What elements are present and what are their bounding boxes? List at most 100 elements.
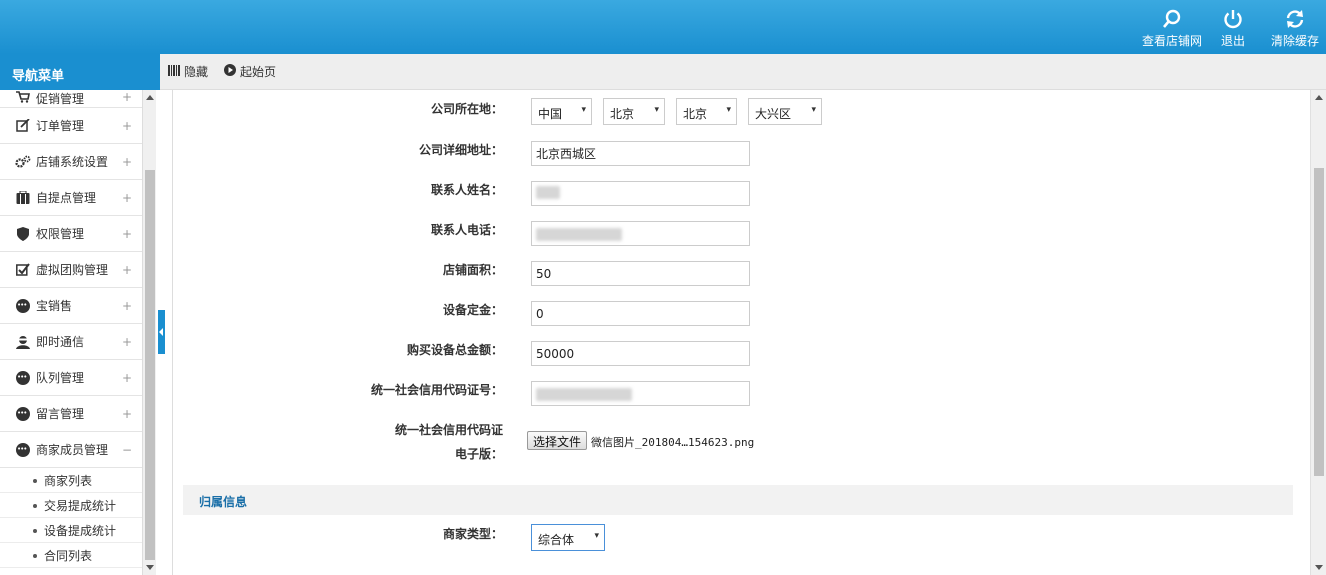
choose-file-button[interactable]: 选择文件 bbox=[527, 431, 588, 450]
sidebar-subitem-merchant-list[interactable]: 商家列表 bbox=[0, 468, 142, 493]
shield-icon bbox=[14, 226, 32, 241]
home-page-button[interactable]: 起始页 bbox=[224, 63, 276, 80]
checkbox-icon bbox=[14, 263, 32, 277]
deposit-input[interactable] bbox=[531, 301, 750, 326]
sidebar-title: 导航菜单 bbox=[0, 54, 160, 90]
clear-cache-button[interactable]: 清除缓存 bbox=[1271, 8, 1319, 49]
merchant-type-label: 商家类型： bbox=[442, 527, 503, 541]
sidebar-item-messages[interactable]: 留言管理 + bbox=[0, 396, 142, 432]
sidebar-item-store-settings[interactable]: 店铺系统设置 + bbox=[0, 144, 142, 180]
sidebar-item-virtual-group-buy[interactable]: 虚拟团购管理 + bbox=[0, 252, 142, 288]
more-icon bbox=[14, 298, 32, 313]
expand-icon[interactable]: + bbox=[122, 191, 132, 205]
play-circle-icon bbox=[224, 64, 237, 79]
city-value: 北京 bbox=[683, 107, 708, 121]
expand-icon[interactable]: + bbox=[122, 155, 132, 169]
barcode-icon bbox=[168, 64, 180, 79]
expand-icon[interactable]: + bbox=[122, 90, 132, 104]
location-label: 公司所在地： bbox=[430, 102, 503, 116]
expand-icon[interactable]: + bbox=[122, 299, 132, 313]
search-icon bbox=[1142, 8, 1202, 30]
expand-icon[interactable]: + bbox=[122, 227, 132, 241]
sidebar-item-instant-messaging[interactable]: 即时通信 + bbox=[0, 324, 142, 360]
deposit-label: 设备定金： bbox=[442, 303, 503, 317]
sidebar-collapse-toggle[interactable] bbox=[158, 310, 165, 354]
sidebar-item-label: 权限管理 bbox=[36, 227, 85, 241]
logout-button[interactable]: 退出 bbox=[1221, 8, 1245, 49]
sidebar-item-promotions[interactable]: 促销管理 + bbox=[0, 90, 142, 108]
sidebar-subitem-contract-list[interactable]: 合同列表 bbox=[0, 543, 142, 568]
sidebar-item-label: 商家成员管理 bbox=[36, 443, 109, 457]
country-select[interactable]: 中国 bbox=[531, 98, 592, 125]
sidebar-subitem-device-commission[interactable]: 设备提成统计 bbox=[0, 518, 142, 543]
sidebar-scroll-thumb[interactable] bbox=[145, 170, 155, 560]
scroll-down-icon[interactable] bbox=[146, 565, 154, 570]
store-area-label: 店铺面积： bbox=[442, 263, 503, 277]
more-icon bbox=[14, 442, 32, 457]
contact-phone-label: 联系人电话： bbox=[430, 223, 503, 237]
district-value: 大兴区 bbox=[755, 107, 792, 121]
city-select[interactable]: 北京 bbox=[676, 98, 737, 125]
sidebar-item-label: 订单管理 bbox=[36, 119, 85, 133]
expand-icon[interactable]: + bbox=[122, 119, 132, 133]
credit-code-label: 统一社会信用代码证号： bbox=[370, 383, 503, 397]
sidebar-item-label: 留言管理 bbox=[36, 407, 85, 421]
scroll-down-icon[interactable] bbox=[1315, 565, 1323, 570]
sidebar-subitem-label: 合同列表 bbox=[44, 548, 93, 563]
contact-phone-input[interactable] bbox=[531, 221, 750, 246]
section-title: 归属信息 bbox=[183, 485, 1293, 515]
expand-icon[interactable]: + bbox=[122, 263, 132, 277]
sidebar-subitem-transaction-commission[interactable]: 交易提成统计 bbox=[0, 493, 142, 518]
clear-cache-label: 清除缓存 bbox=[1271, 34, 1320, 48]
store-area-input[interactable] bbox=[531, 261, 750, 286]
sidebar-item-permissions[interactable]: 权限管理 + bbox=[0, 216, 142, 252]
scroll-up-icon[interactable] bbox=[1315, 95, 1323, 100]
edit-icon bbox=[14, 119, 32, 133]
district-select[interactable]: 大兴区 bbox=[748, 98, 822, 125]
sidebar-item-label: 促销管理 bbox=[36, 92, 85, 106]
hide-sidebar-label: 隐藏 bbox=[184, 65, 209, 79]
contact-name-input[interactable] bbox=[531, 181, 750, 206]
hide-sidebar-button[interactable]: 隐藏 bbox=[168, 63, 208, 80]
sidebar-subitem-label: 商家列表 bbox=[44, 473, 93, 488]
home-page-label: 起始页 bbox=[240, 65, 277, 79]
logout-label: 退出 bbox=[1221, 34, 1246, 48]
refresh-icon bbox=[1271, 8, 1319, 30]
collapse-icon[interactable]: − bbox=[122, 443, 132, 457]
total-amount-label: 购买设备总金额： bbox=[406, 343, 503, 357]
address-input[interactable] bbox=[531, 141, 750, 166]
address-label: 公司详细地址： bbox=[418, 143, 503, 157]
sidebar-scrollbar[interactable] bbox=[142, 90, 156, 575]
sidebar-subitem-label: 设备提成统计 bbox=[44, 523, 117, 538]
merchant-edit-form: 公司所在地： 中国 北京 北京 大兴区 公司详细地址： 联系人姓名： 联系人电话… bbox=[172, 90, 1310, 575]
sidebar-item-bao-sales[interactable]: 宝销售 + bbox=[0, 288, 142, 324]
credit-code-input[interactable] bbox=[531, 381, 750, 406]
content-scrollbar[interactable] bbox=[1310, 90, 1326, 575]
country-value: 中国 bbox=[538, 107, 563, 121]
total-amount-input[interactable] bbox=[531, 341, 750, 366]
content-scroll-thumb[interactable] bbox=[1314, 168, 1324, 476]
scroll-up-icon[interactable] bbox=[146, 95, 154, 100]
merchant-type-select[interactable]: 综合体 bbox=[531, 524, 605, 551]
sidebar-item-merchant-members[interactable]: 商家成员管理 − bbox=[0, 432, 142, 468]
redacted-value bbox=[536, 228, 622, 241]
expand-icon[interactable]: + bbox=[122, 407, 132, 421]
view-store-site-button[interactable]: 查看店铺网 bbox=[1142, 8, 1202, 49]
redacted-value bbox=[536, 186, 560, 199]
sidebar-item-queue[interactable]: 队列管理 + bbox=[0, 360, 142, 396]
gears-icon bbox=[14, 155, 32, 169]
sidebar-item-label: 即时通信 bbox=[36, 335, 85, 349]
province-value: 北京 bbox=[610, 107, 635, 121]
view-store-site-label: 查看店铺网 bbox=[1142, 34, 1203, 48]
sidebar-item-pickup-points[interactable]: 自提点管理 + bbox=[0, 180, 142, 216]
sidebar-item-orders[interactable]: 订单管理 + bbox=[0, 108, 142, 144]
merchant-type-value: 综合体 bbox=[538, 533, 575, 547]
sidebar-nav: 促销管理 + 订单管理 + 店铺系统设置 + 自提点管理 + 权限管理 + 虚拟… bbox=[0, 90, 142, 575]
province-select[interactable]: 北京 bbox=[603, 98, 665, 125]
expand-icon[interactable]: + bbox=[122, 335, 132, 349]
sidebar-item-label: 队列管理 bbox=[36, 371, 85, 385]
more-icon bbox=[14, 406, 32, 421]
user-icon bbox=[14, 335, 32, 349]
content-toolbar: 隐藏 起始页 bbox=[160, 54, 1326, 90]
expand-icon[interactable]: + bbox=[122, 371, 132, 385]
